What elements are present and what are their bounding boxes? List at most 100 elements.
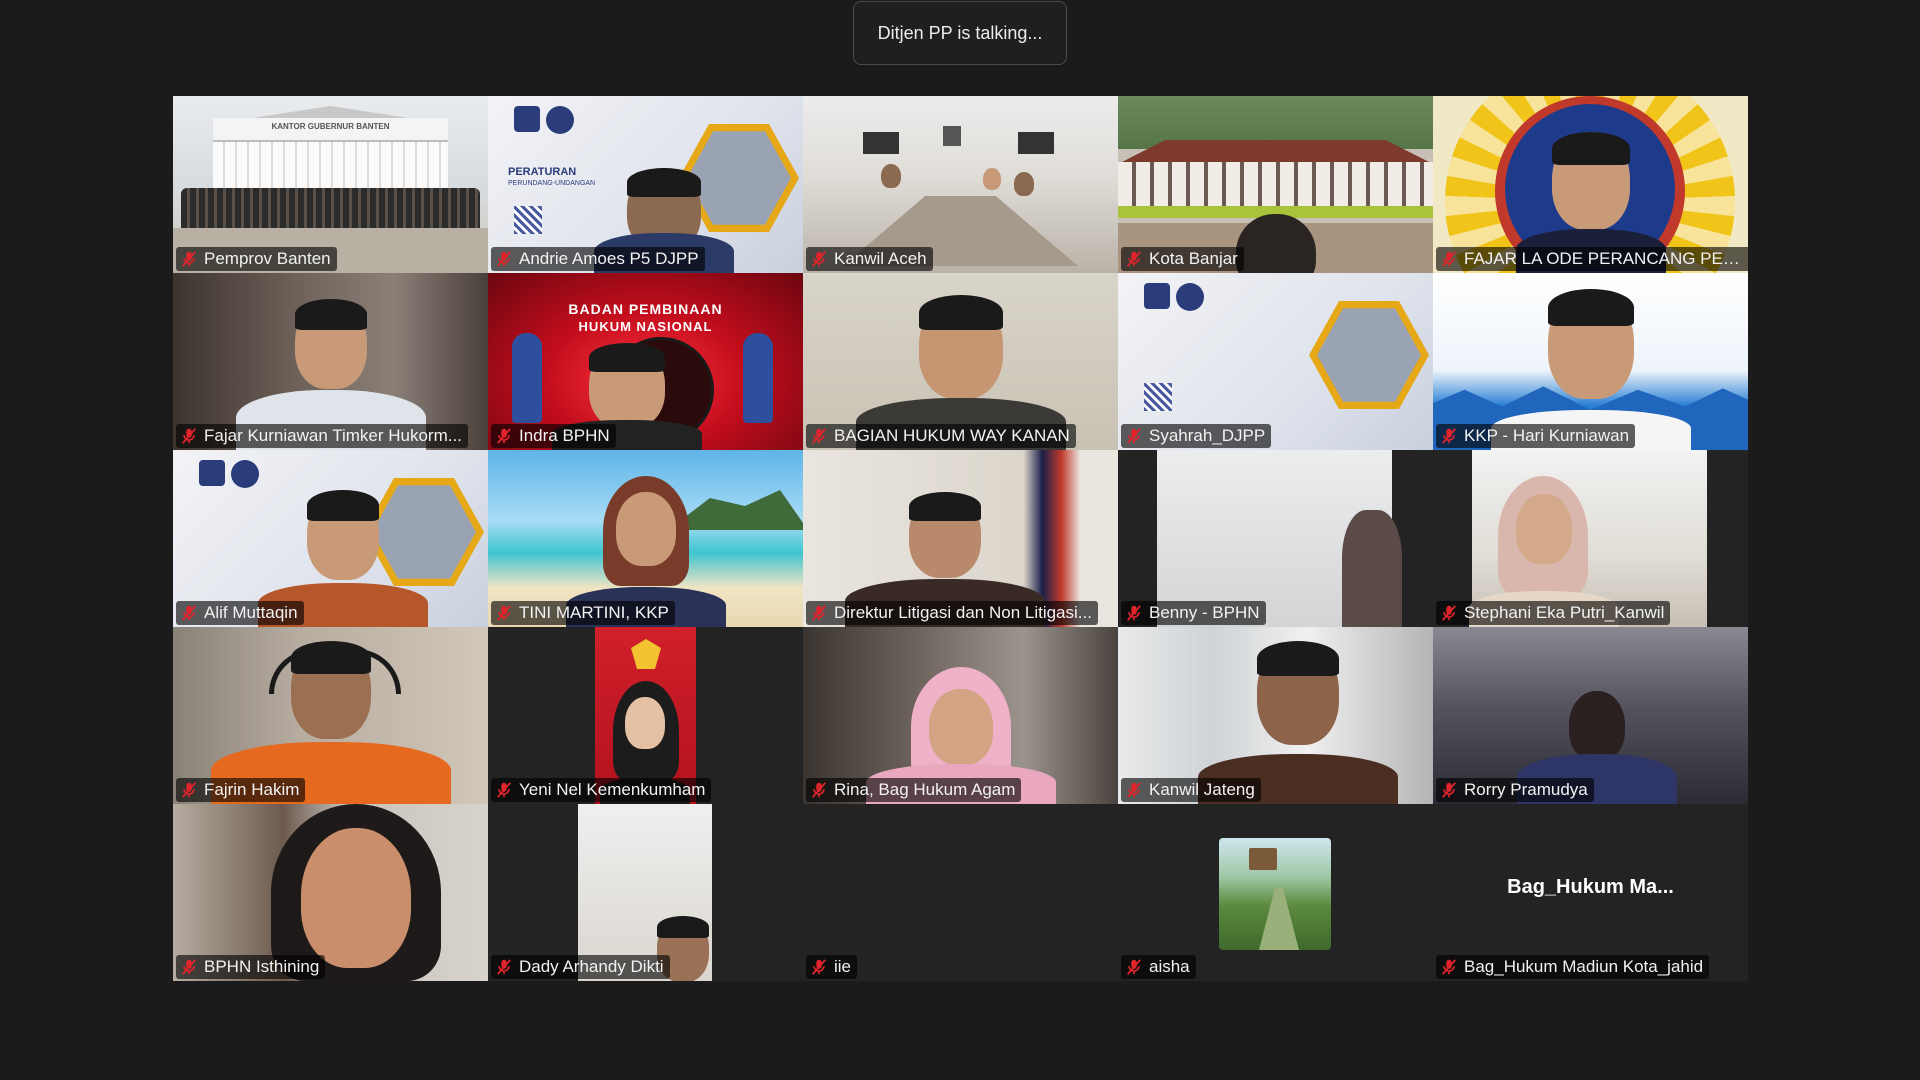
virtual-bg-title: BADAN PEMBINAAN xyxy=(568,301,723,317)
mic-muted-icon xyxy=(182,251,196,267)
participant-name-tag: Fajar Kurniawan Timker Hukorm... xyxy=(176,424,468,448)
participant-name-tag: KKP - Hari Kurniawan xyxy=(1436,424,1636,448)
participant-name-tag: Direktur Litigasi dan Non Litigasi... xyxy=(806,601,1098,625)
participant-name-tag: Dady Arhandy Dikti xyxy=(491,955,670,979)
mic-muted-icon xyxy=(812,428,826,444)
participant-name-tag: BAGIAN HUKUM WAY KANAN xyxy=(806,424,1076,448)
participant-name-tag: Indra BPHN xyxy=(491,424,616,448)
participant-tile[interactable]: Kanwil Aceh xyxy=(803,96,1118,273)
participant-name: Kota Banjar xyxy=(1149,249,1238,268)
participant-tile[interactable]: KKP - Hari Kurniawan xyxy=(1433,273,1748,450)
participant-name-tag: Rorry Pramudya xyxy=(1436,778,1594,802)
mic-muted-icon xyxy=(1127,782,1141,798)
mic-muted-icon xyxy=(812,782,826,798)
participant-name: FAJAR LA ODE PERANCANG PER... xyxy=(1464,249,1745,268)
participant-name-tag: Benny - BPHN xyxy=(1121,601,1266,625)
mic-muted-icon xyxy=(497,428,511,444)
participant-name: BAGIAN HUKUM WAY KANAN xyxy=(834,426,1070,445)
building-sign-text: KANTOR GUBERNUR BANTEN xyxy=(271,122,390,131)
participant-tile[interactable]: BADAN PEMBINAAN HUKUM NASIONAL Indra BPH… xyxy=(488,273,803,450)
participant-name-tag: Alif Muttaqin xyxy=(176,601,304,625)
participant-tile[interactable]: BPHN Isthining xyxy=(173,804,488,981)
participant-tile[interactable]: FAJAR LA ODE PERANCANG PER... xyxy=(1433,96,1748,273)
mic-muted-icon xyxy=(1442,959,1456,975)
participant-name: Yeni Nel Kemenkumham xyxy=(519,780,706,799)
participant-tile[interactable]: Bag_Hukum Ma... Bag_Hukum Madiun Kota_ja… xyxy=(1433,804,1748,981)
mic-muted-icon xyxy=(1127,251,1141,267)
participant-name: Benny - BPHN xyxy=(1149,603,1260,622)
participant-name: Fajar Kurniawan Timker Hukorm... xyxy=(204,426,462,445)
participant-tile[interactable]: Alif Muttaqin xyxy=(173,450,488,627)
participant-tile[interactable]: BAGIAN HUKUM WAY KANAN xyxy=(803,273,1118,450)
participant-name: Kanwil Aceh xyxy=(834,249,927,268)
mic-muted-icon xyxy=(182,959,196,975)
participant-tile[interactable]: Yeni Nel Kemenkumham xyxy=(488,627,803,804)
participant-name-tag: Kanwil Jateng xyxy=(1121,778,1261,802)
participant-tile[interactable]: Benny - BPHN xyxy=(1118,450,1433,627)
participant-tile[interactable]: Fajrin Hakim xyxy=(173,627,488,804)
participant-placeholder-name: Bag_Hukum Ma... xyxy=(1507,876,1674,898)
participant-name-tag: Fajrin Hakim xyxy=(176,778,306,802)
participant-name-tag: Bag_Hukum Madiun Kota_jahid xyxy=(1436,955,1710,979)
participant-tile[interactable]: Fajar Kurniawan Timker Hukorm... xyxy=(173,273,488,450)
participant-name: Stephani Eka Putri_Kanwil xyxy=(1464,603,1665,622)
participant-name-tag: BPHN Isthining xyxy=(176,955,326,979)
mic-muted-icon xyxy=(812,959,826,975)
mic-muted-icon xyxy=(1127,605,1141,621)
participant-tile[interactable]: Rorry Pramudya xyxy=(1433,627,1748,804)
participant-name-tag: Pemprov Banten xyxy=(176,247,337,271)
participant-name-tag: Stephani Eka Putri_Kanwil xyxy=(1436,601,1671,625)
participant-tile[interactable]: Rina, Bag Hukum Agam xyxy=(803,627,1118,804)
participant-tile[interactable]: TINI MARTINI, KKP xyxy=(488,450,803,627)
participant-name: aisha xyxy=(1149,957,1190,976)
participant-tile[interactable]: Syahrah_DJPP xyxy=(1118,273,1433,450)
participant-name-tag: Kota Banjar xyxy=(1121,247,1244,271)
mic-muted-icon xyxy=(812,605,826,621)
virtual-bg-subtext: PERUNDANG-UNDANGAN xyxy=(508,180,596,187)
participant-name: Syahrah_DJPP xyxy=(1149,426,1266,445)
participant-name-tag: Andrie Amoes P5 DJPP xyxy=(491,247,705,271)
participant-name: Bag_Hukum Madiun Kota_jahid xyxy=(1464,957,1704,976)
mic-muted-icon xyxy=(1127,959,1141,975)
participant-name: Andrie Amoes P5 DJPP xyxy=(519,249,699,268)
participant-tile[interactable]: Direktur Litigasi dan Non Litigasi... xyxy=(803,450,1118,627)
mic-muted-icon xyxy=(182,605,196,621)
participant-name-tag: Yeni Nel Kemenkumham xyxy=(491,778,712,802)
profile-picture xyxy=(1219,838,1331,950)
mic-muted-icon xyxy=(812,251,826,267)
active-speaker-text: Ditjen PP is talking... xyxy=(877,22,1043,43)
participant-tile[interactable]: PERATURAN PERUNDANG-UNDANGAN Andrie Amoe… xyxy=(488,96,803,273)
mic-muted-icon xyxy=(1442,428,1456,444)
participant-tile[interactable]: Kanwil Jateng xyxy=(1118,627,1433,804)
participant-name: Rorry Pramudya xyxy=(1464,780,1588,799)
mic-muted-icon xyxy=(182,782,196,798)
participant-name-tag: FAJAR LA ODE PERANCANG PER... xyxy=(1436,247,1748,271)
active-speaker-banner: Ditjen PP is talking... xyxy=(853,1,1067,65)
mic-muted-icon xyxy=(497,959,511,975)
participant-tile[interactable]: iie xyxy=(803,804,1118,981)
participant-name: Direktur Litigasi dan Non Litigasi... xyxy=(834,603,1092,622)
participant-tile[interactable]: KANTOR GUBERNUR BANTEN Pemprov Banten xyxy=(173,96,488,273)
participant-name: Rina, Bag Hukum Agam xyxy=(834,780,1016,799)
participant-tile[interactable]: Kota Banjar xyxy=(1118,96,1433,273)
participant-name: Indra BPHN xyxy=(519,426,610,445)
mic-muted-icon xyxy=(1442,251,1456,267)
participant-name: Fajrin Hakim xyxy=(204,780,300,799)
participant-name: BPHN Isthining xyxy=(204,957,320,976)
participant-tile[interactable]: Dady Arhandy Dikti xyxy=(488,804,803,981)
mic-muted-icon xyxy=(182,428,196,444)
mic-muted-icon xyxy=(1127,428,1141,444)
participant-name-tag: Syahrah_DJPP xyxy=(1121,424,1272,448)
participant-name: TINI MARTINI, KKP xyxy=(519,603,669,622)
mic-muted-icon xyxy=(497,251,511,267)
participant-name-tag: TINI MARTINI, KKP xyxy=(491,601,675,625)
gallery-grid: KANTOR GUBERNUR BANTEN Pemprov Banten PE… xyxy=(173,96,1748,981)
participant-name: Kanwil Jateng xyxy=(1149,780,1255,799)
mic-muted-icon xyxy=(497,782,511,798)
participant-name: iie xyxy=(834,957,852,976)
mic-muted-icon xyxy=(497,605,511,621)
participant-name: Pemprov Banten xyxy=(204,249,331,268)
participant-tile[interactable]: aisha xyxy=(1118,804,1433,981)
participant-tile[interactable]: Stephani Eka Putri_Kanwil xyxy=(1433,450,1748,627)
participant-name: Alif Muttaqin xyxy=(204,603,298,622)
